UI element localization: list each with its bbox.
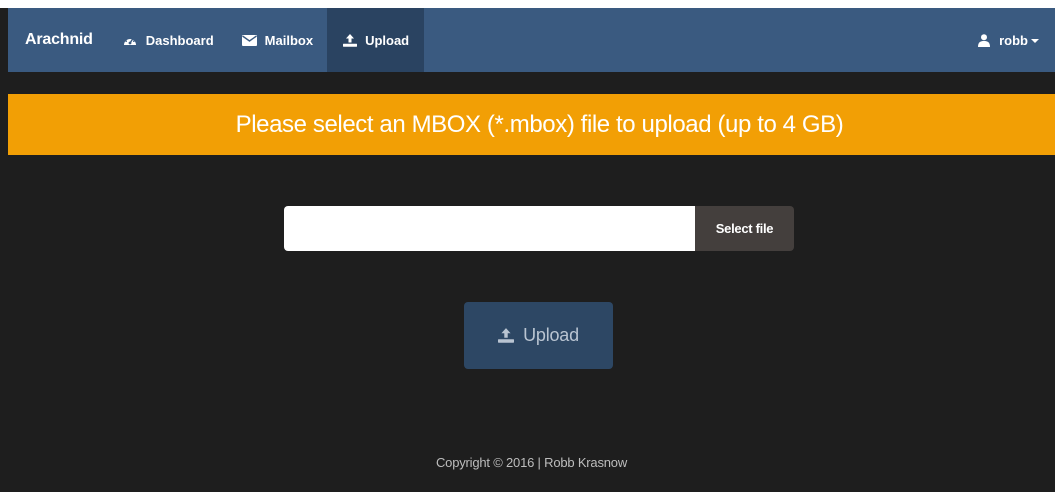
copyright-text: Copyright © 2016 | Robb Krasnow [435,455,628,470]
nav-item-dashboard-label: Dashboard [145,32,214,48]
navbar: Arachnid Dashboard Mailbox Upload robb [8,8,1055,72]
top-strip [0,0,1055,8]
navbar-brand[interactable]: Arachnid [8,8,109,72]
nav-item-mailbox[interactable]: Mailbox [228,8,327,72]
nav-item-dashboard[interactable]: Dashboard [109,8,228,72]
navbar-spacer [424,8,962,72]
nav-item-upload-label: Upload [365,32,410,48]
select-file-button[interactable]: Select file [695,206,794,251]
nav-item-mailbox-label: Mailbox [264,32,314,48]
upload-button-label: Upload [523,325,579,345]
user-icon [976,33,991,47]
user-menu-label: robb [999,32,1028,48]
banner-text: Please select an MBOX (*.mbox) file to u… [235,110,844,138]
file-picker: Select file [284,206,794,251]
caret-down-icon [1031,39,1039,43]
upload-button[interactable]: Upload [464,302,613,369]
user-menu-dropdown[interactable]: robb [962,8,1055,72]
nav-item-upload[interactable]: Upload [327,8,425,72]
footer: Copyright © 2016 | Robb Krasnow [0,455,1055,475]
dashboard-icon [123,34,138,47]
file-path-input[interactable] [284,206,695,251]
upload-icon [498,328,515,344]
navbar-gap [8,72,1055,94]
envelope-icon [241,34,257,47]
instruction-banner: Please select an MBOX (*.mbox) file to u… [8,94,1055,155]
upload-icon [342,33,357,47]
